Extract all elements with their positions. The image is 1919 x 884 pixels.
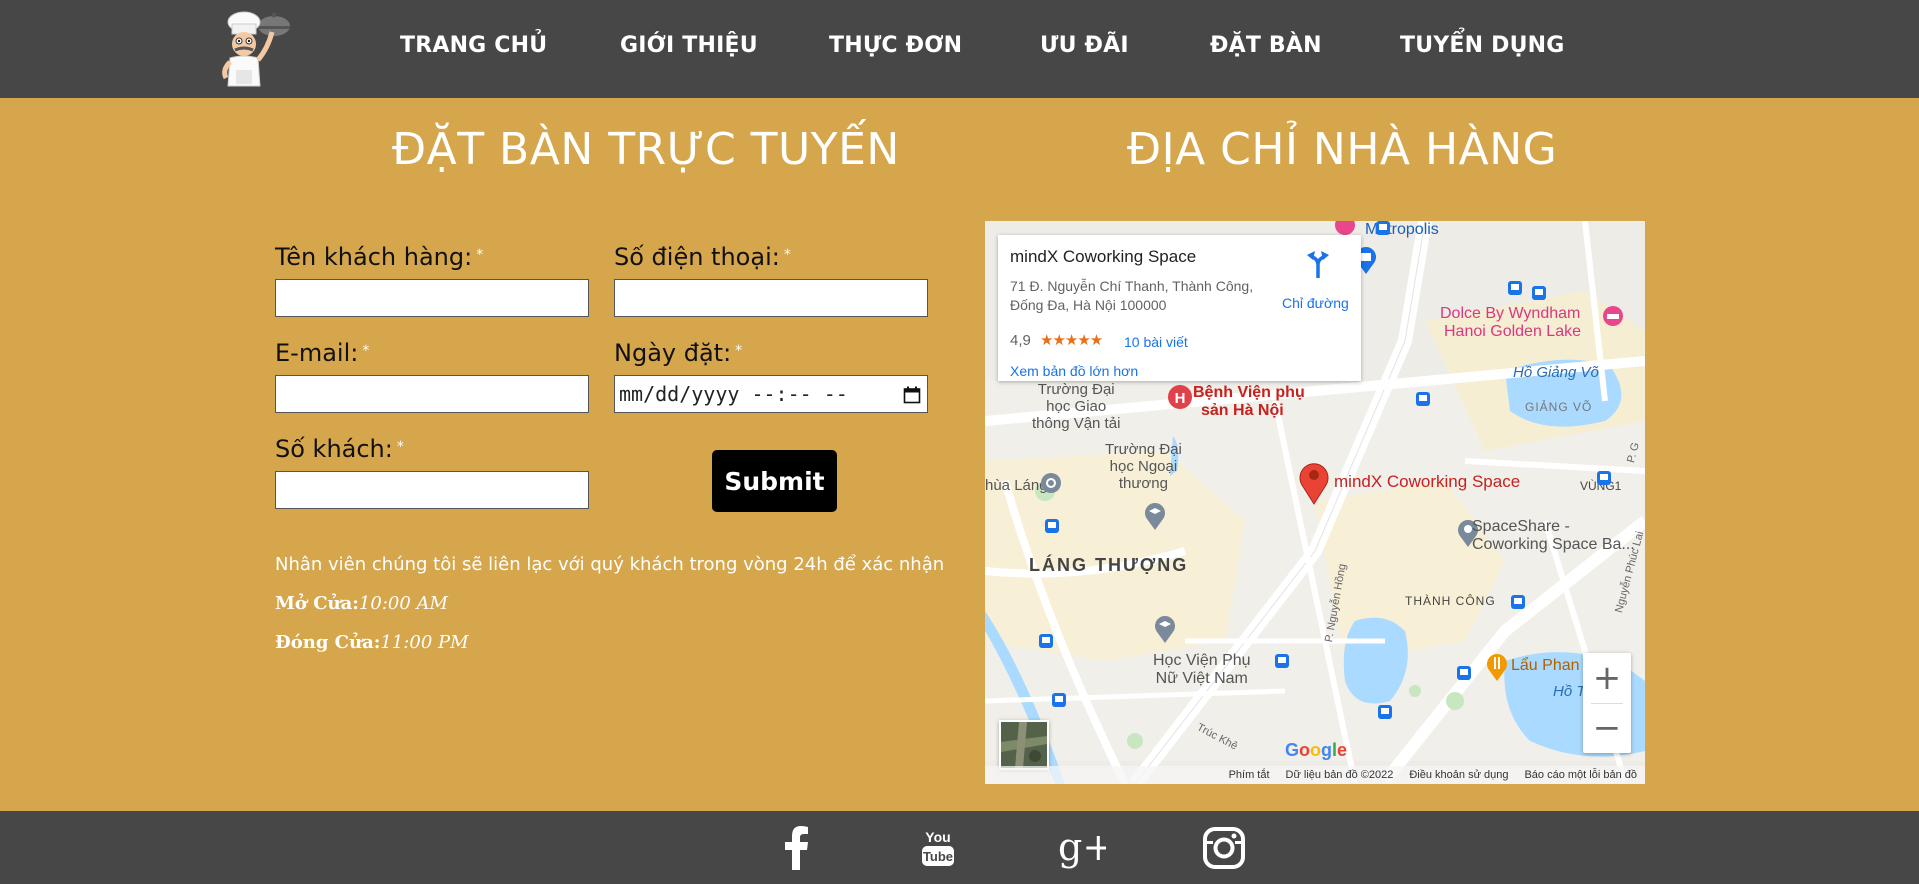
- place-rating: 4,9: [1010, 332, 1031, 349]
- map-label-hoc-vien: Học Viện Phụ Nữ Việt Nam: [1153, 652, 1251, 687]
- guests-label: Số khách: *: [275, 435, 404, 463]
- address-title: ĐỊA CHỈ NHÀ HÀNG: [1127, 124, 1558, 175]
- date-placeholder: mm/dd/yyyy --:-- --: [619, 382, 848, 406]
- opening-hours: Mở Cửa:10:00 AM: [275, 593, 448, 614]
- submit-button[interactable]: Submit: [712, 450, 837, 512]
- bus-stop-icon[interactable]: [1508, 281, 1522, 300]
- map-label-benh-vien: Bệnh Viện phụ sản Hà Nội: [1193, 384, 1305, 419]
- location-pin-icon[interactable]: [1297, 459, 1331, 510]
- google-map[interactable]: Metropolis Dolce By Wyndham Hanoi Golden…: [985, 221, 1645, 784]
- facebook-icon[interactable]: [771, 823, 821, 873]
- map-label-giang-vo: GIẢNG VÕ: [1525, 400, 1593, 414]
- terms-link[interactable]: Điều khoản sử dụng: [1409, 769, 1508, 781]
- phone-input[interactable]: [614, 279, 928, 317]
- svg-text:You: You: [925, 829, 950, 845]
- map-label-gtvt: Trường Đại học Giao thông Vận tải: [1032, 381, 1121, 432]
- phone-label: Số điện thoại: *: [614, 243, 791, 271]
- place-name: mindX Coworking Space: [1010, 247, 1197, 266]
- hotel-pin-icon[interactable]: [1602, 305, 1624, 332]
- directions-icon[interactable]: [1305, 249, 1331, 284]
- zoom-controls: + −: [1583, 653, 1631, 753]
- nav-thuc-don[interactable]: THỰC ĐƠN: [829, 33, 962, 58]
- map-label-pin: mindX Coworking Space: [1334, 472, 1521, 491]
- zoom-divider: [1591, 703, 1623, 704]
- name-label: Tên khách hàng: *: [275, 243, 484, 271]
- map-label-dolce: Dolce By Wyndham: [1440, 305, 1581, 322]
- bus-stop-icon[interactable]: [1597, 471, 1611, 490]
- name-input[interactable]: [275, 279, 589, 317]
- instagram-icon[interactable]: [1199, 823, 1249, 873]
- bus-stop-icon[interactable]: [1511, 595, 1525, 614]
- report-error-link[interactable]: Báo cáo một lỗi bản đồ: [1524, 769, 1637, 781]
- google-plus-icon[interactable]: g+: [1056, 823, 1106, 873]
- calendar-icon[interactable]: [903, 385, 921, 409]
- booking-title: ĐẶT BÀN TRỰC TUYẾN: [392, 124, 900, 175]
- svg-text:g+: g+: [1058, 826, 1106, 869]
- youtube-icon[interactable]: You Tube: [913, 823, 963, 873]
- bus-stop-icon[interactable]: [1275, 654, 1289, 673]
- email-input[interactable]: [275, 375, 589, 413]
- date-input[interactable]: mm/dd/yyyy --:-- --: [614, 375, 928, 413]
- bus-stop-icon[interactable]: [1532, 286, 1546, 305]
- svg-text:H: H: [1175, 390, 1186, 407]
- site-header: TRANG CHỦ GIỚI THIỆU THỰC ĐƠN ƯU ĐÃI ĐẶT…: [0, 0, 1919, 98]
- nav-tuyen-dung[interactable]: TUYỂN DỤNG: [1400, 33, 1565, 58]
- map-label-ngoai-thuong: Trường Đại học Ngoại thương: [1105, 441, 1182, 492]
- bus-stop-icon[interactable]: [1378, 705, 1392, 724]
- zoom-in-button[interactable]: +: [1583, 653, 1631, 703]
- guests-input[interactable]: [275, 471, 589, 509]
- rating-stars-icon: ★★★★★: [1040, 332, 1103, 349]
- map-attribution: Phím tắt Dữ liệu bản đồ ©2022 Điều khoản…: [985, 766, 1645, 784]
- site-footer: You Tube g+: [0, 811, 1919, 884]
- hocvien-pin-icon[interactable]: [1153, 614, 1177, 649]
- map-data-text: Dữ liệu bản đồ ©2022: [1285, 769, 1394, 781]
- map-label-lang-thuong: LÁNG THƯỢNG: [1029, 555, 1189, 575]
- bus-stop-icon[interactable]: [1457, 666, 1471, 685]
- main-nav: TRANG CHỦ GIỚI THIỆU THỰC ĐƠN ƯU ĐÃI ĐẶT…: [0, 0, 1919, 98]
- map-label-ho-giang-vo: Hồ Giảng Võ: [1513, 364, 1599, 381]
- google-logo: Google: [1285, 740, 1348, 760]
- nav-gioi-thieu[interactable]: GIỚI THIỆU: [620, 33, 758, 58]
- bus-stop-icon[interactable]: [1052, 693, 1066, 712]
- closing-hours: Đóng Cửa:11:00 PM: [275, 632, 469, 653]
- school-icon[interactable]: [1143, 501, 1167, 536]
- restaurant-pin-icon[interactable]: [1485, 652, 1509, 687]
- satellite-toggle-button[interactable]: [999, 720, 1049, 770]
- larger-map-link[interactable]: Xem bản đồ lớn hơn: [1010, 363, 1138, 379]
- zoom-out-button[interactable]: −: [1583, 703, 1631, 753]
- confirmation-note: Nhân viên chúng tôi sẽ liên lạc với quý …: [275, 554, 945, 575]
- nav-uu-dai[interactable]: ƯU ĐÃI: [1040, 33, 1129, 58]
- place-info-card: mindX Coworking Space 71 Đ. Nguyễn Chí T…: [998, 235, 1361, 381]
- bus-stop-icon[interactable]: [1039, 634, 1053, 653]
- map-label-spaceshare: SpaceShare - Coworking Space Ba...: [1472, 518, 1635, 553]
- map-label-dolce-2: Hanoi Golden Lake: [1444, 323, 1581, 340]
- svg-text:Tube: Tube: [923, 849, 953, 864]
- bus-stop-icon[interactable]: [1376, 221, 1390, 240]
- map-label-lau-phan: Lẩu Phan: [1511, 657, 1580, 674]
- nav-dat-ban[interactable]: ĐẶT BÀN: [1210, 33, 1322, 58]
- temple-icon[interactable]: [1040, 472, 1062, 499]
- map-label-chua-lang: hùa Láng: [985, 477, 1048, 494]
- place-address: 71 Đ. Nguyễn Chí Thanh, Thành Công, Đống…: [1010, 278, 1254, 313]
- map-label-thanh-cong: THÀNH CÔNG: [1405, 594, 1496, 608]
- directions-link[interactable]: Chỉ đường: [1282, 295, 1349, 311]
- nav-trang-chu[interactable]: TRANG CHỦ: [400, 33, 547, 58]
- reviews-link[interactable]: 10 bài viết: [1124, 334, 1188, 350]
- map-label-ho-partial: Hồ T: [1553, 683, 1586, 700]
- date-label: Ngày đặt: *: [614, 339, 743, 367]
- bus-stop-icon[interactable]: [1416, 392, 1430, 411]
- keyboard-shortcuts-link[interactable]: Phím tắt: [1229, 769, 1270, 781]
- bus-stop-icon[interactable]: [1045, 519, 1059, 538]
- email-label: E-mail: *: [275, 339, 370, 367]
